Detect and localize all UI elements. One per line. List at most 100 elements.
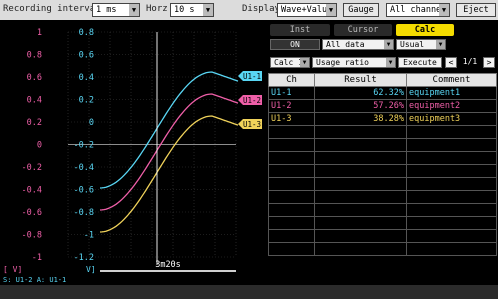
table-cell-comment (406, 242, 497, 256)
scale-label-left: -0.4 (22, 186, 42, 196)
table-row[interactable] (268, 125, 497, 139)
table-row[interactable]: U1-2 57.26% equipment2 (268, 99, 497, 113)
tab-cursor[interactable]: Cursor (334, 24, 392, 36)
scale-labels: 1 0.8 0.6 0.4 0.2 0 -0.2 -0.4 -0.6 -0.8 -1 0.8 0.6 0.… (22, 28, 94, 263)
table-cell-comment: equipment3 (406, 112, 497, 126)
table-row[interactable] (268, 138, 497, 152)
chevron-down-icon: ▼ (386, 58, 395, 67)
chevron-down-icon: ▼ (436, 40, 445, 49)
table-cell-result (314, 125, 407, 139)
table-cell-comment: equipment2 (406, 99, 497, 113)
table-cell-ch (268, 242, 315, 256)
unit-label-left: [ V] (3, 265, 22, 274)
chevron-down-icon: ▼ (326, 4, 336, 16)
channel-marker-label: U1-3 (243, 120, 261, 129)
scale-label-left: -0.8 (22, 231, 42, 241)
table-cell-comment (406, 190, 497, 204)
channels-select[interactable]: All channels ▼ (386, 3, 450, 17)
unit-label-right: V] (86, 265, 96, 274)
table-row[interactable] (268, 242, 497, 256)
calc-panel: Inst Cursor Calc ON All data ▼ Usual ▼ C… (266, 20, 498, 285)
table-cell-comment (406, 203, 497, 217)
display-select[interactable]: Wave+Value ▼ (277, 3, 337, 17)
table-cell-result: 57.26% (314, 99, 407, 113)
scale-label-right: -0.8 (74, 208, 94, 218)
scale-label-right: -0.2 (74, 141, 94, 151)
waveform-traces (99, 71, 239, 233)
table-row[interactable] (268, 203, 497, 217)
table-cell-comment (406, 125, 497, 139)
table-cell-comment (406, 216, 497, 230)
scale-label-right: 0.2 (79, 96, 94, 106)
table-cell-result (314, 164, 407, 178)
recording-interval-select[interactable]: 1 ms ▼ (92, 3, 140, 17)
scale-label-right: -1.2 (74, 253, 94, 263)
scale-label-right: 0.8 (79, 28, 94, 38)
table-cell-ch (268, 203, 315, 217)
waveform-trace (99, 93, 239, 211)
scale-label-right: 0.4 (79, 73, 94, 83)
column-header-result: Result (314, 73, 407, 87)
chevron-down-icon: ▼ (300, 58, 309, 67)
table-row[interactable]: U1-1 62.32% equipment1 (268, 86, 497, 100)
chevron-down-icon: ▼ (439, 4, 449, 16)
table-row[interactable] (268, 164, 497, 178)
on-toggle-button[interactable]: ON (270, 39, 320, 50)
calc-function-value: Usage ratio (316, 58, 369, 67)
page-indicator: 1/1 (462, 57, 478, 66)
tab-calc[interactable]: Calc (396, 24, 454, 36)
scale-label-right: 0.6 (79, 51, 94, 61)
table-cell-comment (406, 138, 497, 152)
horz-value: 10 s (174, 5, 195, 15)
recording-interval-label: Recording interval (3, 4, 101, 14)
page-next-button[interactable]: > (483, 57, 495, 68)
table-row[interactable]: U1-3 38.28% equipment3 (268, 112, 497, 126)
chevron-down-icon: ▼ (129, 4, 139, 16)
page-prev-button[interactable]: < (445, 57, 457, 68)
top-toolbar: Recording interval 1 ms ▼ Horz 10 s ▼ Di… (0, 0, 498, 20)
channel-markers: U1-1 U1-2 U1-3 (238, 71, 262, 129)
scale-label-right: -0.6 (74, 186, 94, 196)
tab-inst[interactable]: Inst (270, 24, 330, 36)
bottom-bar (0, 285, 498, 299)
mode-select-value: Usual (400, 40, 425, 49)
table-row[interactable] (268, 177, 497, 191)
scale-label-left: 1 (37, 28, 42, 38)
data-select[interactable]: All data ▼ (322, 39, 394, 50)
table-cell-result: 62.32% (314, 86, 407, 100)
table-header-row: Ch Result Comment (268, 73, 497, 87)
horz-label: Horz (146, 4, 168, 14)
table-cell-ch: U1-3 (268, 112, 315, 126)
table-row[interactable] (268, 190, 497, 204)
scale-label-left: 0.2 (27, 118, 42, 128)
table-row[interactable] (268, 216, 497, 230)
table-row[interactable] (268, 229, 497, 243)
table-row[interactable] (268, 151, 497, 165)
calc-number-select[interactable]: Calc 1 ▼ (270, 57, 310, 68)
table-cell-ch (268, 216, 315, 230)
display-label: Display (242, 4, 280, 14)
time-scroll-bar[interactable] (100, 270, 236, 272)
waveform-display[interactable]: 1 0.8 0.6 0.4 0.2 0 -0.2 -0.4 -0.6 -0.8 -1 0.8 0.6 0.… (0, 20, 266, 285)
chevron-down-icon: ▼ (203, 4, 213, 16)
horz-select[interactable]: 10 s ▼ (170, 3, 214, 17)
table-cell-ch (268, 229, 315, 243)
eject-button[interactable]: Eject (456, 3, 496, 17)
calc-function-select[interactable]: Usage ratio ▼ (312, 57, 396, 68)
table-cell-result: 38.28% (314, 112, 407, 126)
table-cell-ch (268, 151, 315, 165)
table-cell-result (314, 203, 407, 217)
table-cell-ch (268, 138, 315, 152)
gauge-button[interactable]: Gauge (343, 3, 379, 17)
table-cell-ch (268, 164, 315, 178)
table-cell-comment (406, 151, 497, 165)
table-cell-ch: U1-1 (268, 86, 315, 100)
table-cell-result (314, 190, 407, 204)
column-header-ch: Ch (268, 73, 315, 87)
table-cell-ch (268, 190, 315, 204)
table-cell-ch (268, 177, 315, 191)
execute-button[interactable]: Execute (398, 57, 442, 68)
mode-select[interactable]: Usual ▼ (396, 39, 446, 50)
table-cell-comment: equipment1 (406, 86, 497, 100)
scale-label-left: 0.8 (27, 51, 42, 61)
